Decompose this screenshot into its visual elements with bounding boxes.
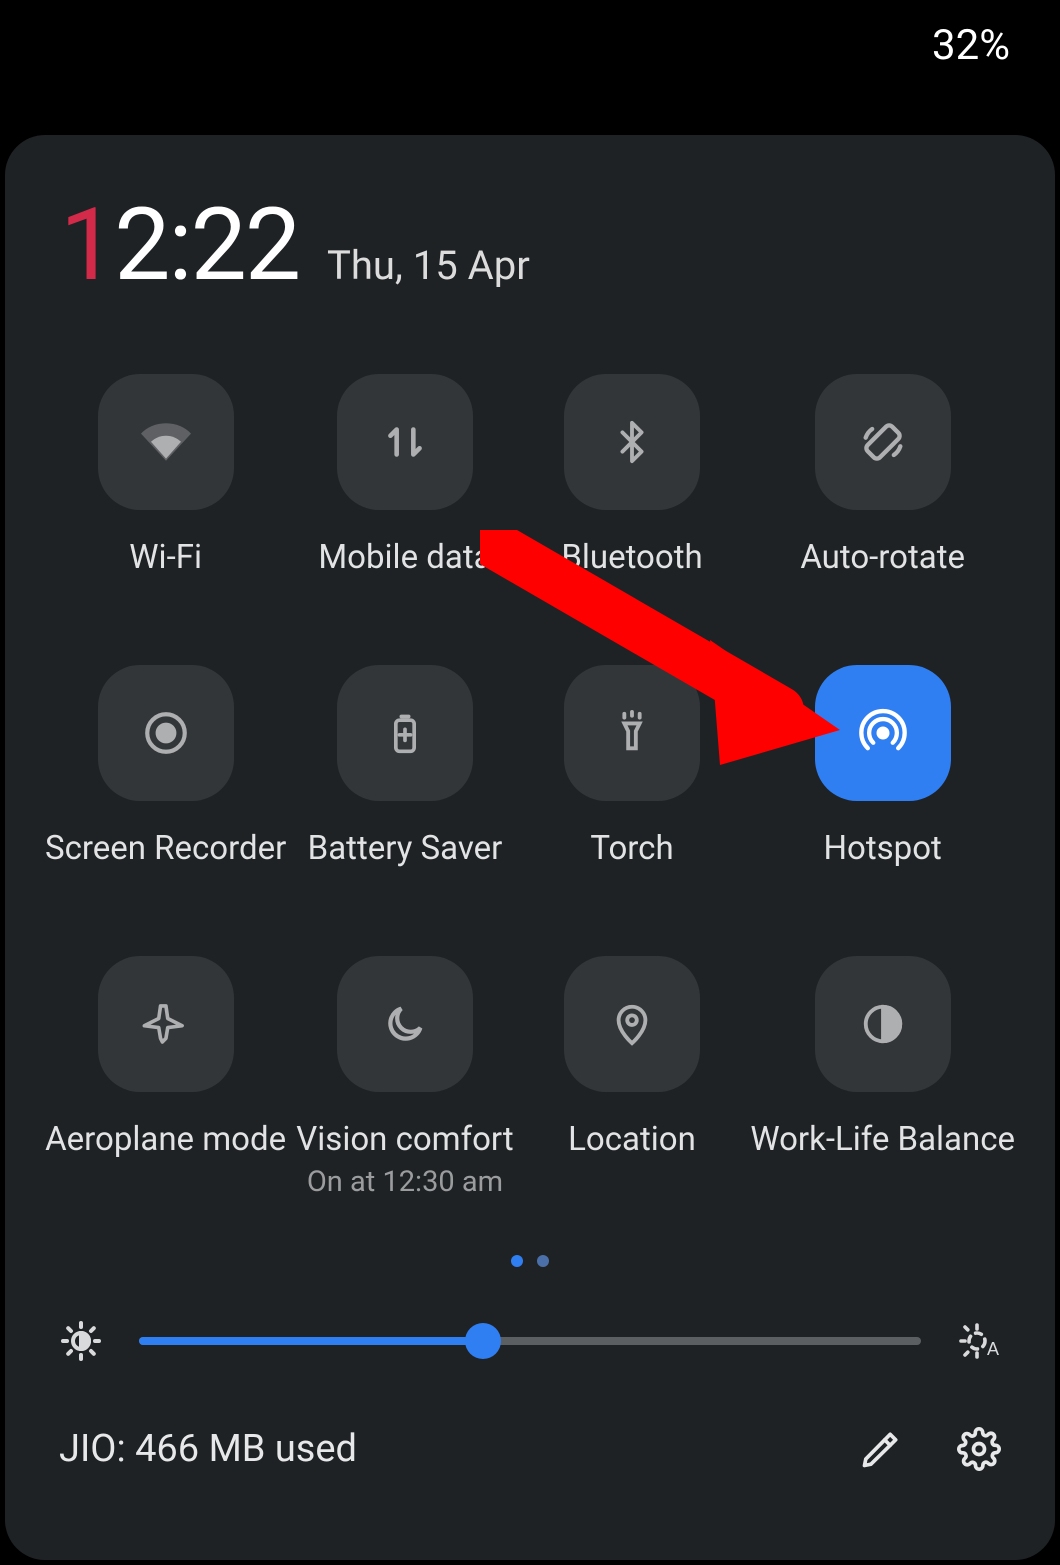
tile-label: Auto-rotate <box>800 538 965 577</box>
gear-icon <box>957 1427 1001 1471</box>
brightness-row: A <box>45 1315 1015 1367</box>
tile-auto-rotate: Auto-rotate <box>750 374 1015 577</box>
tile-label: Location <box>568 1120 696 1159</box>
mobile-data-icon <box>380 417 430 467</box>
bluetooth-button[interactable] <box>564 374 700 510</box>
location-button[interactable] <box>564 956 700 1092</box>
clock-rest: 2:22 <box>114 187 299 304</box>
brightness-slider[interactable] <box>139 1321 921 1361</box>
status-bar: 32% <box>0 0 1060 90</box>
flashlight-icon <box>609 710 655 756</box>
brightness-auto-icon[interactable]: A <box>953 1315 1005 1367</box>
bottom-row: JIO: 466 MB used <box>45 1425 1015 1473</box>
location-pin-icon <box>609 1001 655 1047</box>
moon-icon <box>382 1001 428 1047</box>
tile-label: Mobile data <box>318 538 491 577</box>
tile-aeroplane: Aeroplane mode <box>45 956 286 1199</box>
tiles-grid: Wi-Fi Mobile data Bluetooth <box>45 374 1015 1199</box>
tile-label: Bluetooth <box>561 538 702 577</box>
brightness-low-icon <box>55 1315 107 1367</box>
edit-button[interactable] <box>857 1425 905 1473</box>
tile-label: Screen Recorder <box>45 829 286 868</box>
tile-torch: Torch <box>524 665 741 868</box>
hotspot-button[interactable] <box>815 665 951 801</box>
svg-text:A: A <box>987 1339 999 1359</box>
tile-screen-recorder: Screen Recorder <box>45 665 286 868</box>
slider-fill <box>139 1337 483 1345</box>
tile-sublabel: On at 12:30 am <box>307 1165 503 1199</box>
aeroplane-button[interactable] <box>98 956 234 1092</box>
quick-settings-panel: 12:22 Thu, 15 Apr Wi-Fi Mobile data <box>5 135 1055 1560</box>
work-life-balance-button[interactable] <box>815 956 951 1092</box>
auto-rotate-button[interactable] <box>815 374 951 510</box>
torch-button[interactable] <box>564 665 700 801</box>
tile-label: Aeroplane mode <box>45 1120 286 1159</box>
clock-row: 12:22 Thu, 15 Apr <box>60 187 1015 304</box>
tile-label: Battery Saver <box>308 829 503 868</box>
half-circle-icon <box>860 1001 906 1047</box>
tile-label: Wi-Fi <box>129 538 202 577</box>
tile-work-life-balance: Work-Life Balance <box>750 956 1015 1199</box>
battery-percent: 32% <box>932 21 1010 70</box>
tile-location: Location <box>524 956 741 1199</box>
tile-label: Hotspot <box>823 829 941 868</box>
wifi-icon <box>141 417 191 467</box>
pencil-icon <box>859 1427 903 1471</box>
mobile-data-button[interactable] <box>337 374 473 510</box>
battery-plus-icon <box>383 711 427 755</box>
tile-bluetooth: Bluetooth <box>524 374 741 577</box>
tile-label: Work-Life Balance <box>750 1120 1015 1159</box>
tile-label: Torch <box>590 829 673 868</box>
auto-rotate-icon <box>857 416 909 468</box>
wifi-button[interactable] <box>98 374 234 510</box>
date: Thu, 15 Apr <box>327 242 530 289</box>
hotspot-icon <box>857 707 909 759</box>
clock: 12:22 <box>60 187 299 304</box>
settings-button[interactable] <box>955 1425 1003 1473</box>
page-dot-2[interactable] <box>537 1255 549 1267</box>
data-usage[interactable]: JIO: 466 MB used <box>59 1427 857 1471</box>
slider-thumb[interactable] <box>465 1323 501 1359</box>
bottom-icons <box>857 1425 1003 1473</box>
page-indicator <box>45 1255 1015 1267</box>
tile-wifi: Wi-Fi <box>45 374 286 577</box>
clock-leading-digit: 1 <box>60 187 114 304</box>
tile-battery-saver: Battery Saver <box>296 665 513 868</box>
tile-hotspot: Hotspot <box>750 665 1015 868</box>
screen-recorder-button[interactable] <box>98 665 234 801</box>
tile-vision-comfort: Vision comfort On at 12:30 am <box>296 956 513 1199</box>
vision-comfort-button[interactable] <box>337 956 473 1092</box>
airplane-icon <box>142 1000 190 1048</box>
tile-label: Vision comfort <box>296 1120 513 1159</box>
bluetooth-icon <box>609 419 655 465</box>
battery-saver-button[interactable] <box>337 665 473 801</box>
record-icon <box>141 708 191 758</box>
page-dot-1[interactable] <box>511 1255 523 1267</box>
tile-mobile-data: Mobile data <box>296 374 513 577</box>
